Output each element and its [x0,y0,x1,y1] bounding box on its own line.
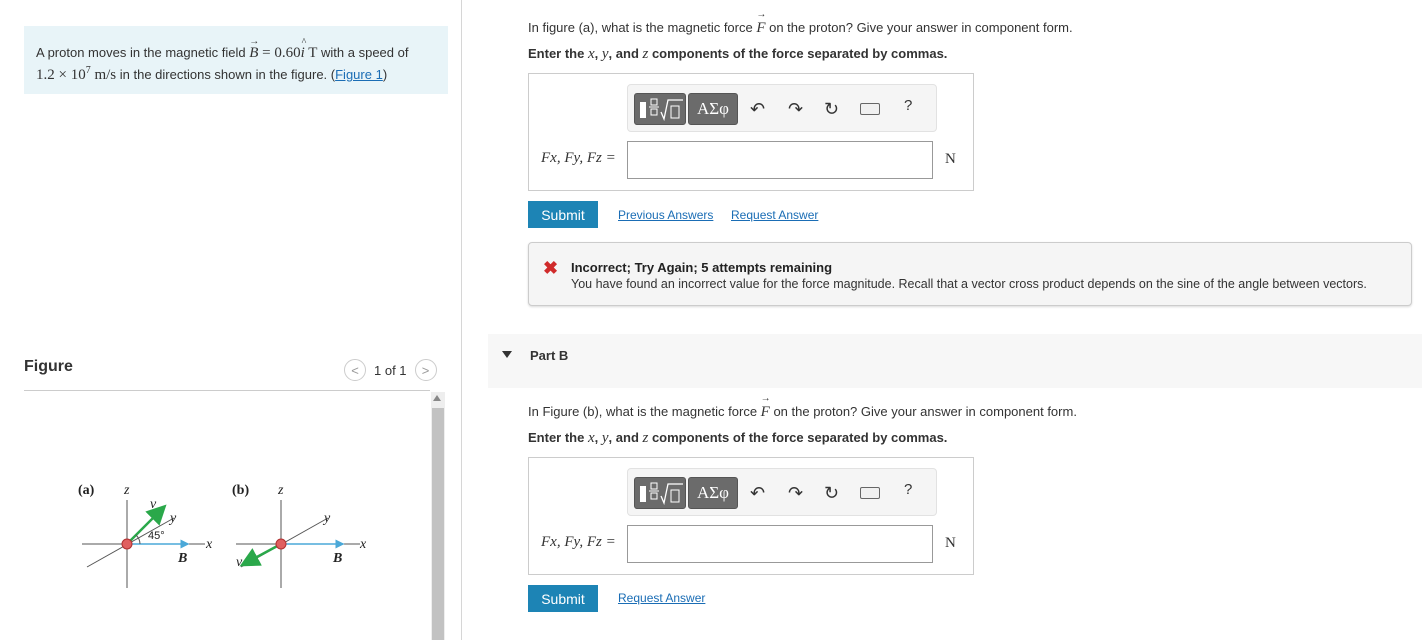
part-b-instruction: Enter the x, y, and z components of the … [528,430,948,446]
templates-button[interactable] [634,93,686,125]
part-a-answer-input[interactable] [627,141,933,179]
part-a-instruction: Enter the x, y, and z components of the … [528,46,948,62]
part-a-question: In figure (a), what is the magnetic forc… [528,9,1073,37]
velocity-label: v [150,497,157,512]
axis-label-y: y [322,511,331,526]
figure-panel-b: (b) z y x v B [232,483,367,588]
previous-answers-link[interactable]: Previous Answers [618,208,713,222]
reset-icon[interactable]: ↻ [824,99,839,119]
redo-icon[interactable]: ↷ [788,483,803,503]
keyboard-icon[interactable] [860,103,880,115]
feedback-message: You have found an incorrect value for th… [571,277,1367,291]
figure-link[interactable]: Figure 1 [335,67,383,82]
divider [24,390,430,391]
axis-label-x: x [205,537,213,552]
chevron-right-icon: > [421,362,430,378]
field-equation: B = 0.60i T [249,33,317,61]
axis-label-z: z [277,483,284,498]
axis-label-x: x [359,537,367,552]
answer-label: Fx, Fy, Fz = [541,534,616,550]
figure-diagram: (a) z y x 45° v B (b) z y x v B [78,483,367,588]
velocity-label: v [236,555,243,570]
problem-statement: A proton moves in the magnetic field B =… [24,26,448,94]
speed-value: 1.2 × 107 m/s [36,65,117,83]
redo-icon[interactable]: ↷ [788,99,803,119]
axis-label-z: z [123,483,130,498]
feedback-panel: ✖ Incorrect; Try Again; 5 attempts remai… [528,242,1412,306]
undo-icon[interactable]: ↶ [750,99,765,119]
error-icon: ✖ [543,258,559,278]
part-a-answer-box: ΑΣφ ↶ ↷ ↻ ? Fx, Fy, Fz = N [528,73,974,191]
templates-icon [640,482,683,506]
symbols-button[interactable]: ΑΣφ [688,477,738,509]
undo-icon[interactable]: ↶ [750,483,765,503]
part-b-title: Part B [530,348,569,363]
part-b-submit-button[interactable]: Submit [528,585,598,612]
figure-title: Figure [24,358,73,375]
templates-icon [640,98,683,122]
panel-label-a: (a) [78,483,95,498]
answer-unit: N [945,535,956,551]
next-figure-button[interactable]: > [414,359,437,381]
proton-icon [121,538,133,550]
panel-label-b: (b) [232,483,249,498]
reset-icon[interactable]: ↻ [824,483,839,503]
part-b-request-answer-link[interactable]: Request Answer [618,591,705,605]
field-label: B [332,551,342,566]
figure-scrollbar-thumb[interactable] [432,408,444,640]
angle-label: 45° [148,530,165,542]
answer-unit: N [945,151,956,167]
part-a-request-answer-link[interactable]: Request Answer [731,208,818,222]
part-b-question: In Figure (b), what is the magnetic forc… [528,393,1077,421]
problem-text: A proton moves in the magnetic field [36,45,250,60]
figure-panel-a: (a) z y x 45° v B [78,483,213,588]
symbols-button[interactable]: ΑΣφ [688,93,738,125]
keyboard-icon[interactable] [860,487,880,499]
caret-down-icon[interactable] [502,351,512,358]
prev-figure-button[interactable]: < [344,359,366,381]
figure-pager: < 1 of 1 > [344,359,437,381]
templates-button[interactable] [634,477,686,509]
field-label: B [177,551,187,566]
math-toolbar: ΑΣφ ↶ ↷ ↻ ? [627,84,937,132]
chevron-left-icon: < [351,362,359,378]
problem-text: with a speed of [317,45,409,60]
proton-icon [275,538,287,550]
axis-label-y: y [168,511,177,526]
part-a-submit-button[interactable]: Submit [528,201,598,228]
scroll-up-icon[interactable] [433,395,441,401]
math-toolbar: ΑΣφ ↶ ↷ ↻ ? [627,468,937,516]
problem-panel: A proton moves in the magnetic field B =… [0,0,462,640]
part-b-answer-box: ΑΣφ ↶ ↷ ↻ ? Fx, Fy, Fz = N [528,457,974,575]
feedback-title: Incorrect; Try Again; 5 attempts remaini… [571,260,833,275]
problem-text: in the directions shown in the figure. ( [116,67,336,82]
pager-text: 1 of 1 [374,362,407,378]
answer-label: Fx, Fy, Fz = [541,150,616,166]
part-b-header[interactable]: Part B [488,334,1422,388]
help-icon[interactable]: ? [904,97,912,114]
part-b-answer-input[interactable] [627,525,933,563]
help-icon[interactable]: ? [904,481,912,498]
